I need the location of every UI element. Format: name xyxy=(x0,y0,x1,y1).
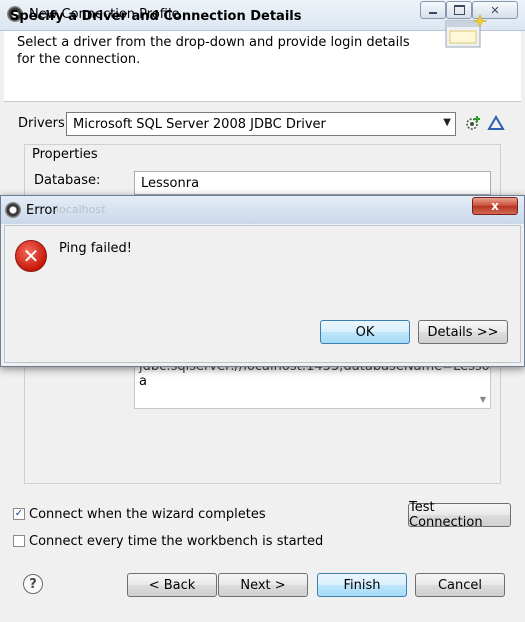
cancel-button[interactable]: Cancel xyxy=(415,573,505,597)
next-button[interactable]: Next > xyxy=(218,573,308,597)
error-dialog-title: Error xyxy=(26,203,58,218)
error-x-glyph: ✕ xyxy=(22,244,40,268)
back-button[interactable]: < Back xyxy=(127,573,217,597)
url-last-line: a xyxy=(139,374,147,389)
chevron-down-icon: ▼ xyxy=(443,117,451,128)
minimize-icon xyxy=(429,12,437,14)
banner-title: Specify a Driver and Connection Details xyxy=(10,9,302,24)
minimize-button[interactable] xyxy=(420,1,446,19)
edit-driver-icon[interactable] xyxy=(487,114,505,132)
connect-on-finish-checkbox[interactable]: ✓ xyxy=(13,508,25,520)
drivers-label: Drivers: xyxy=(18,116,70,131)
test-connection-button[interactable]: Test Connection xyxy=(408,500,511,530)
error-message: Ping failed! xyxy=(59,241,133,256)
close-icon: x xyxy=(491,199,499,213)
drivers-selected-value: Microsoft SQL Server 2008 JDBC Driver xyxy=(73,117,326,132)
ok-button[interactable]: OK xyxy=(320,320,410,344)
details-button[interactable]: Details >> xyxy=(418,320,508,344)
url-field[interactable]: jdbc:sqlserver://localhost:1433;database… xyxy=(134,365,491,409)
drivers-dropdown[interactable]: Microsoft SQL Server 2008 JDBC Driver ▼ xyxy=(66,112,456,136)
error-close-button[interactable]: x xyxy=(472,197,518,215)
eclipse-icon xyxy=(5,202,21,218)
properties-title: Properties xyxy=(32,147,98,162)
error-icon: ✕ xyxy=(15,240,47,272)
close-icon: ✕ xyxy=(490,3,500,17)
connect-on-start-label: Connect every time the workbench is star… xyxy=(29,534,324,549)
help-icon[interactable]: ? xyxy=(23,574,43,594)
finish-button[interactable]: Finish xyxy=(317,573,407,597)
checkmark-icon: ✓ xyxy=(14,508,24,519)
connect-on-finish-label: Connect when the wizard completes xyxy=(29,507,266,522)
ghost-text: localhost xyxy=(56,203,106,216)
banner-description: Select a driver from the drop-down and p… xyxy=(17,35,410,67)
connection-wizard-icon xyxy=(445,14,488,48)
connect-on-start-checkbox[interactable] xyxy=(13,535,25,547)
database-label: Database: xyxy=(34,173,101,188)
new-driver-icon[interactable] xyxy=(464,114,482,132)
scroll-down-icon[interactable]: ▼ xyxy=(480,395,486,404)
database-input[interactable]: Lessonra xyxy=(134,171,491,195)
